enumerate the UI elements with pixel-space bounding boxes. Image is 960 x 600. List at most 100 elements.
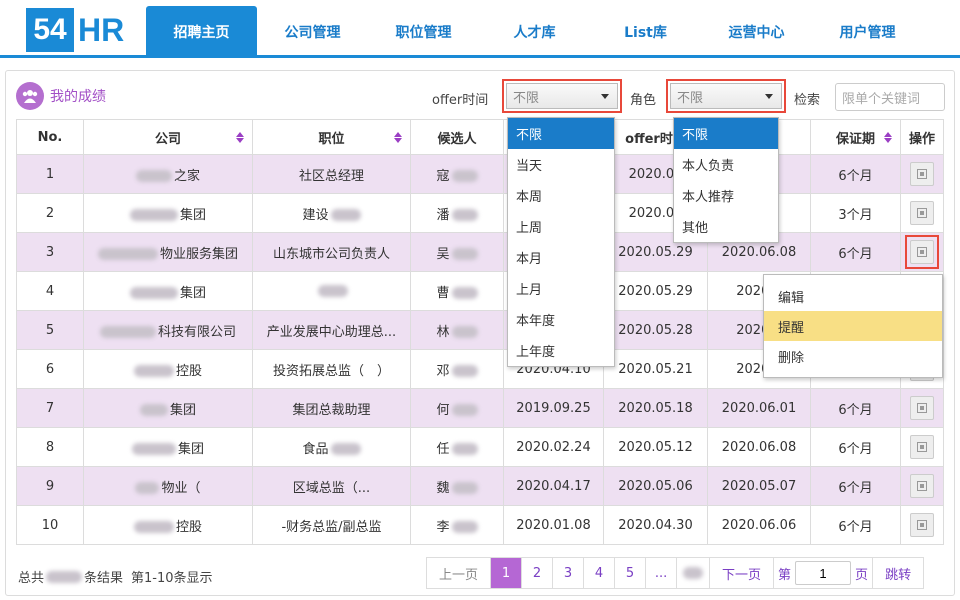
next-page-button[interactable]: 下一页 [710,558,775,588]
goto-page-input[interactable] [795,561,852,585]
cell-no: 1 [16,154,84,194]
cell-no: 5 [16,310,84,350]
redacted-text [451,209,478,221]
cell-company: 控股 [83,349,253,389]
cell-guarantee: 6个月 [810,505,901,545]
nav-list[interactable]: List库 [590,6,701,58]
cell-actions [900,427,944,467]
table-row[interactable]: 1之家社区总经理寇2020.06066个月 [16,154,944,194]
redacted-text [451,482,478,494]
role-option[interactable]: 本人负责 [674,149,778,180]
cell-position: 食品 [252,427,411,467]
cell-position: 产业发展中心助理总... [252,310,411,350]
jump-button[interactable]: 跳转 [873,558,923,588]
cell-actions [900,388,944,428]
redacted-text [131,443,176,455]
col-company[interactable]: 公司 [83,119,253,155]
page-button[interactable]: 2 [522,558,554,588]
col-no: No. [16,119,84,155]
edit-menu-item[interactable]: 编辑 [764,281,942,311]
offer-time-option[interactable]: 本月 [508,242,614,273]
search-input[interactable]: 限单个关键词 [835,83,945,111]
offer-time-option[interactable]: 本周 [508,180,614,211]
offer-time-option[interactable]: 不限 [508,118,614,149]
cell-guarantee: 6个月 [810,466,901,506]
row-action-button[interactable] [910,513,934,537]
cell-date2: 2020.05.07 [707,466,811,506]
cell-position: 区域总监（... [252,466,411,506]
cell-date1: 2019.09.25 [503,388,604,428]
offer-time-option[interactable]: 上月 [508,273,614,304]
cell-candidate: 何 [410,388,504,428]
table-row[interactable]: 3 物业服务集团 山东城市公司负责人吴 2020.05.29 2020.06.08 6个月 [16,232,944,272]
role-option[interactable]: 本人推荐 [674,180,778,211]
users-icon [16,82,44,110]
nav-talent[interactable]: 人才库 [479,6,590,58]
page-button[interactable]: 4 [584,558,616,588]
sort-icon[interactable] [236,132,244,143]
row-action-button[interactable] [910,396,934,420]
role-option[interactable]: 不限 [674,118,778,149]
row-action-button[interactable] [910,474,934,498]
cell-company: 之家 [83,154,253,194]
role-label: 角色 [630,93,657,108]
offer-time-option[interactable]: 当天 [508,149,614,180]
page-button[interactable]: 3 [553,558,585,588]
chevron-down-icon [601,94,609,99]
redacted-text [683,567,704,579]
qrcode-icon [917,403,927,413]
redacted-text [97,248,158,260]
table-row[interactable]: 2集团建设潘2020.06153个月 [16,193,944,233]
remind-menu-item[interactable]: 提醒 [764,311,942,341]
row-action-button[interactable] [910,435,934,459]
cell-date1: 2020.04.17 [503,466,604,506]
table-row[interactable]: 10 控股 -财务总监/副总监李 2020.01.08 2020.04.30 2020.0… [16,505,944,545]
prev-page-button[interactable]: 上一页 [427,558,492,588]
row-action-button[interactable] [910,240,934,264]
redacted-text [451,326,478,338]
role-option[interactable]: 其他 [674,211,778,242]
col-position[interactable]: 职位 [252,119,411,155]
nav-position[interactable]: 职位管理 [368,6,479,58]
page-button[interactable]: 5 [615,558,647,588]
my-score-link[interactable]: 我的成绩 [16,82,106,110]
sort-icon[interactable] [884,132,892,143]
cell-date2: 2020.06.06 [707,505,811,545]
nav-users[interactable]: 用户管理 [812,6,923,58]
cell-offer-time: 2020.04.30 [603,505,708,545]
role-select[interactable]: 不限 [666,79,786,113]
page-button[interactable] [677,558,711,588]
table-row[interactable]: 8 集团 食品任 2020.02.24 2020.05.12 2020.06.08 6个月 [16,427,944,467]
row-action-button[interactable] [910,201,934,225]
cell-candidate: 寇 [410,154,504,194]
main-panel: 我的成绩 offer时间 不限 角色 不限 检索 限单个关键词 No. 公司 职… [5,70,955,596]
my-score-label: 我的成绩 [50,89,106,105]
nav-company[interactable]: 公司管理 [257,6,368,58]
qrcode-icon [917,169,927,179]
cell-offer-time: 2020.05.06 [603,466,708,506]
nav-recruit-home[interactable]: 招聘主页 [146,6,257,58]
col-guarantee[interactable]: 保证期 [810,119,901,155]
row-action-button[interactable] [910,162,934,186]
redacted-text [317,285,348,297]
sort-icon[interactable] [394,132,402,143]
table-row[interactable]: 7 集团 集团总裁助理何 2019.09.25 2020.05.18 2020.06.01… [16,388,944,428]
page-button[interactable]: ... [646,558,678,588]
cell-position: -财务总监/副总监 [252,505,411,545]
cell-no: 10 [16,505,84,545]
delete-menu-item[interactable]: 删除 [764,341,942,371]
nav-operations[interactable]: 运营中心 [701,6,812,58]
offer-time-option[interactable]: 上周 [508,211,614,242]
redacted-text [135,170,172,182]
offer-time-option[interactable]: 上年度 [508,335,614,366]
logo[interactable]: 54 HR [26,8,124,52]
cell-actions [900,232,944,272]
page-button[interactable]: 1 [491,558,523,588]
row-action-highlight[interactable] [905,235,939,269]
cell-date2: 2020.06.01 [707,388,811,428]
qrcode-icon [917,208,927,218]
offer-time-option[interactable]: 本年度 [508,304,614,335]
offer-time-select[interactable]: 不限 [502,79,622,113]
table-row[interactable]: 9 物业（ 区域总监（... 魏 2020.04.17 2020.05.06 2020.05… [16,466,944,506]
cell-company: 集团 [83,427,253,467]
